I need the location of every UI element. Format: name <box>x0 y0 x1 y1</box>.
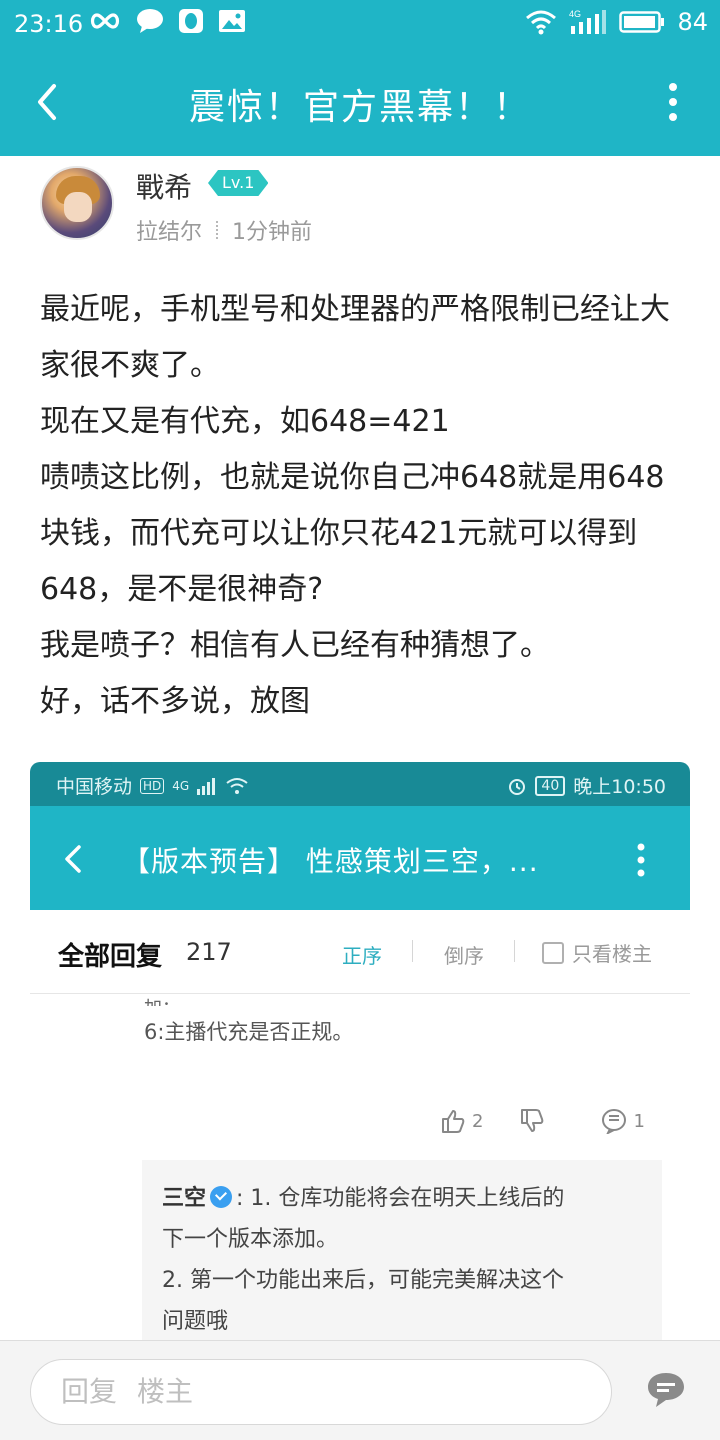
image-header: 【版本预告】 性感策划三空，... <box>30 806 690 910</box>
comment-icon[interactable] <box>646 1369 686 1413</box>
image-checkbox-icon <box>542 941 564 964</box>
image-back-icon <box>65 845 81 873</box>
post-body: 最近呢，手机型号和处理器的严格限制已经让大家很不爽了。 现在又是有代充，如648… <box>40 282 690 730</box>
image-status-bar: 中国移动 HD 4G 40 晚上10:50 <box>30 762 690 806</box>
post-author: 戰希 Lv.1 拉结尔 1分钟前 <box>40 166 680 246</box>
post-paragraph: 啧啧这比例，也就是说你自己冲648就是用648块钱，而代充可以让你只花421元就… <box>40 460 665 607</box>
image-tab-desc: 倒序 <box>444 944 484 968</box>
image-wifi-icon <box>226 777 248 794</box>
image-status-right: 40 晚上10:50 <box>507 772 666 799</box>
image-battery: 40 <box>535 775 566 796</box>
author-meta: 拉结尔 1分钟前 <box>136 214 312 246</box>
level-badge: Lv.1 <box>208 170 268 196</box>
image-hd-badge: HD <box>140 777 165 794</box>
image-comment-count: 1 <box>633 1110 645 1132</box>
reply-target: 楼主 <box>137 1375 194 1408</box>
image-like-count: 2 <box>472 1110 484 1132</box>
image-time: 晚上10:50 <box>573 776 666 798</box>
image-reply-name: 三空 <box>162 1186 207 1211</box>
post-time: 1分钟前 <box>232 220 313 245</box>
page-title: 震惊！官方黑幕！！ <box>188 87 531 128</box>
notification-icons <box>88 8 246 34</box>
chat-bubble-icon <box>137 9 163 33</box>
image-owner-label: 只看楼主 <box>572 942 652 966</box>
post-paragraph: 我是喷子？相信有人已经有种猜想了。 <box>40 628 550 663</box>
infinity-icon <box>90 13 120 29</box>
header: 震惊！官方黑幕！！ <box>0 48 720 156</box>
post-paragraph: 现在又是有代充，如648=421 <box>40 404 450 439</box>
image-signal-icon <box>197 777 216 795</box>
avatar[interactable] <box>40 166 114 240</box>
image-comment: 1 <box>601 1108 645 1134</box>
image-tab-divider <box>412 940 413 962</box>
status-bar: 23:16 4G 84 <box>0 0 720 48</box>
image-reply-count: 217 <box>186 938 232 966</box>
image-tab-asc: 正序 <box>342 944 382 968</box>
image-reply-line: 下一个版本添加。 <box>162 1227 339 1252</box>
image-reply-line: 2. 第一个功能出来后，可能完美解决这个 <box>162 1268 564 1293</box>
battery-level: 84 <box>677 8 708 36</box>
dislike-icon <box>521 1109 544 1132</box>
image-reply-text: : 1. 仓库功能将会在明天上线后的 <box>236 1186 565 1211</box>
image-actions: 2 1 <box>440 1108 645 1134</box>
image-like: 2 <box>440 1108 483 1134</box>
reply-input[interactable]: 回复 楼主 <box>30 1359 612 1425</box>
reply-bar: 回复 楼主 <box>0 1340 720 1440</box>
like-icon <box>442 1110 465 1133</box>
image-owner-only: 只看楼主 <box>542 938 652 967</box>
network-label: 4G <box>569 9 581 19</box>
verified-icon <box>210 1186 233 1208</box>
avatar-face <box>64 192 92 222</box>
reply-placeholder: 回复 <box>61 1375 118 1408</box>
image-all-replies: 全部回复 <box>58 942 163 972</box>
comment-icon <box>602 1109 627 1134</box>
meta-divider <box>216 221 219 239</box>
image-reply-line: 问题哦 <box>162 1309 229 1334</box>
image-more-icon <box>637 843 645 877</box>
wifi-icon <box>526 10 557 35</box>
image-tab-divider <box>514 940 515 962</box>
qq-icon <box>179 9 203 33</box>
image-comment-line: 6:主播代充是否正规。 <box>144 1020 354 1044</box>
image-status-left: 中国移动 HD 4G <box>56 772 249 799</box>
post-paragraph: 好，话不多说，放图 <box>40 684 310 719</box>
image-icon <box>219 10 245 32</box>
back-icon[interactable] <box>28 78 68 126</box>
image-cut-text: 加： <box>144 994 180 1006</box>
image-reply-box: 三空 : 1. 仓库功能将会在明天上线后的 下一个版本添加。 2. 第一个功能出来… <box>142 1160 662 1342</box>
image-reply-line: 三空 : 1. 仓库功能将会在明天上线后的 <box>162 1178 642 1219</box>
author-location: 拉结尔 <box>136 220 203 245</box>
system-icons: 4G 84 <box>525 8 708 36</box>
image-carrier: 中国移动 <box>56 776 133 798</box>
signal-icon: 4G <box>569 9 607 34</box>
image-dislike <box>519 1108 545 1134</box>
more-icon[interactable] <box>666 82 680 122</box>
post-paragraph: 最近呢，手机型号和处理器的严格限制已经让大家很不爽了。 <box>40 292 670 383</box>
post-image[interactable]: 中国移动 HD 4G 40 晚上10:50 【版本预告】 性感策划三空，... … <box>30 762 690 1342</box>
image-network: 4G <box>172 778 190 793</box>
author-name[interactable]: 戰希 <box>136 166 192 206</box>
image-alarm-icon <box>509 778 526 795</box>
battery-icon <box>619 11 665 33</box>
top-bar: 23:16 4G 84 震惊！官方黑幕！！ <box>0 0 720 156</box>
image-reply-tabs: 全部回复 217 正序 倒序 只看楼主 <box>30 910 690 994</box>
status-time: 23:16 <box>14 10 84 38</box>
image-title: 【版本预告】 性感策划三空，... <box>122 845 539 878</box>
